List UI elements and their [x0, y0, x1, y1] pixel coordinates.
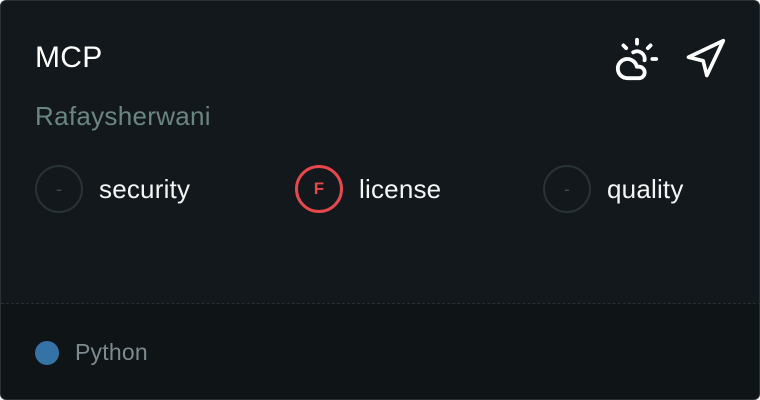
card-title[interactable]: MCP	[35, 39, 103, 77]
grade-quality[interactable]: - quality	[543, 164, 684, 214]
grade-security[interactable]: - security	[35, 164, 190, 214]
cloud-sun-icon[interactable]	[613, 35, 661, 83]
grade-badge: -	[543, 165, 591, 213]
owner-name[interactable]: Rafaysherwani	[35, 99, 211, 133]
grade-badge: F	[295, 165, 343, 213]
send-icon[interactable]	[681, 35, 729, 83]
grade-label: license	[359, 173, 442, 204]
grade-badge: -	[35, 165, 83, 213]
language-color-dot	[35, 341, 59, 365]
server-card[interactable]: MCP Rafaysherwani - security F license -…	[0, 0, 760, 400]
grade-license[interactable]: F license	[295, 164, 441, 214]
language-label: Python	[75, 339, 148, 365]
card-footer: Python	[1, 303, 759, 399]
grade-label: quality	[607, 173, 684, 204]
grade-label: security	[99, 173, 191, 204]
